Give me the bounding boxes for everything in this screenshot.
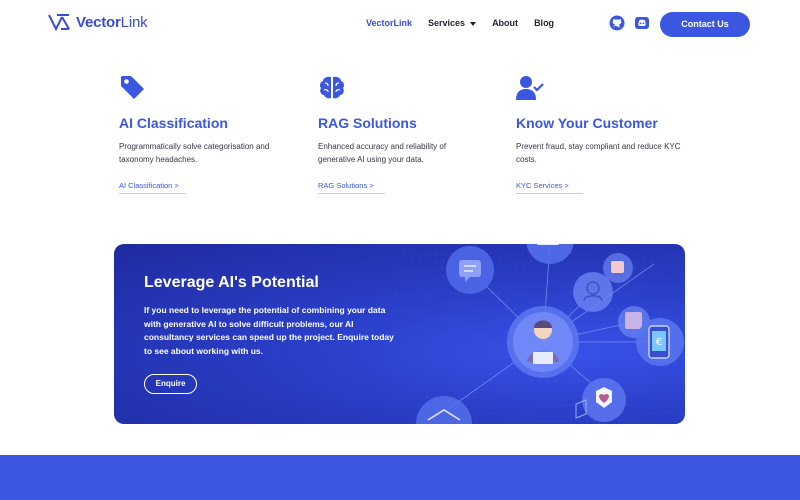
nav-link-services[interactable]: Services xyxy=(428,18,477,28)
nav-links: VectorLink Services About Blog xyxy=(366,18,554,28)
nav-link-vectorlink[interactable]: VectorLink xyxy=(366,18,412,28)
brain-icon xyxy=(319,76,345,99)
github-icon[interactable] xyxy=(609,15,625,31)
user-check-icon xyxy=(516,76,544,100)
footer-section xyxy=(0,455,800,500)
svg-text:€: € xyxy=(656,337,662,348)
logo[interactable]: VectorLink xyxy=(48,13,148,31)
service-card-rag-solutions: RAG Solutions Enhanced accuracy and reli… xyxy=(318,74,488,194)
service-title: AI Classification xyxy=(119,115,228,131)
service-description: Enhanced accuracy and reliability of gen… xyxy=(318,142,447,164)
discord-icon[interactable] xyxy=(634,15,650,31)
service-link-rag-solutions[interactable]: RAG Solutions > xyxy=(318,181,385,194)
tag-icon xyxy=(121,76,144,99)
enquire-button[interactable]: Enquire xyxy=(144,374,197,394)
contact-us-button[interactable]: Contact Us xyxy=(660,12,750,37)
service-title: Know Your Customer xyxy=(516,115,658,131)
top-nav: VectorLink VectorLink Services About Blo… xyxy=(0,0,800,48)
logo-text: VectorLink xyxy=(76,13,148,31)
nav-link-about[interactable]: About xyxy=(492,18,518,28)
nav-link-blog[interactable]: Blog xyxy=(534,18,554,28)
service-link-kyc[interactable]: KYC Services > xyxy=(516,181,583,194)
service-description: Prevent fraud, stay compliant and reduce… xyxy=(516,142,681,164)
service-link-ai-classification[interactable]: AI Classification > xyxy=(119,181,186,194)
service-title: RAG Solutions xyxy=(318,115,417,131)
service-description: Programmatically solve categorisation an… xyxy=(119,142,270,164)
banner-text: If you need to leverage the potential of… xyxy=(144,305,394,356)
logo-mark-icon xyxy=(48,14,70,31)
service-card-ai-classification: AI Classification Programmatically solve… xyxy=(119,74,289,194)
cta-banner: € Leverage AI's Potential If you need to… xyxy=(114,244,685,424)
banner-title: Leverage AI's Potential xyxy=(144,274,319,291)
chevron-down-icon xyxy=(470,21,477,26)
service-card-kyc: Know Your Customer Prevent fraud, stay c… xyxy=(516,74,686,194)
